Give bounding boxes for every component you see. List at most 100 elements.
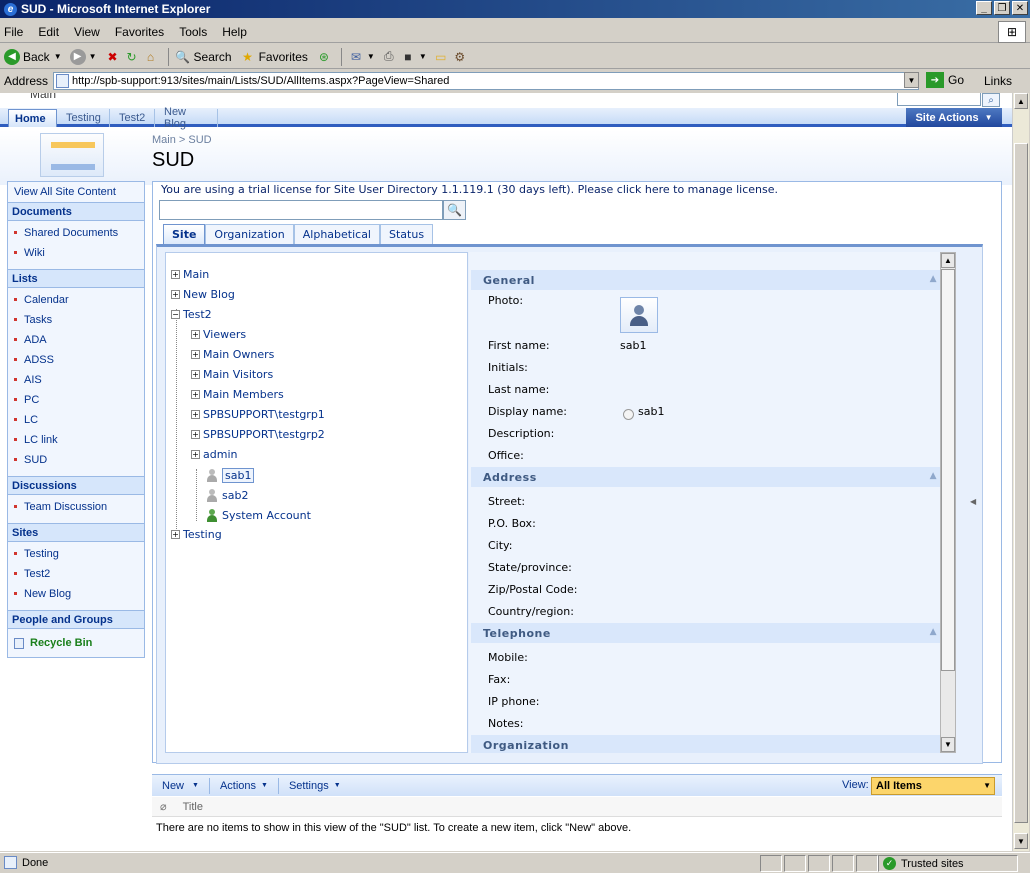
tree-node-testgrp1[interactable]: + SPBSUPPORT\testgrp1 — [191, 406, 325, 422]
site-actions-button[interactable]: Site Actions ▼ — [906, 108, 1002, 127]
nav-item-testing[interactable]: Testing — [8, 546, 144, 562]
nav-header-lists[interactable]: Lists — [8, 269, 144, 288]
tree-node-testing[interactable]: + Testing — [171, 526, 222, 542]
recycle-bin-link[interactable]: Recycle Bin — [8, 635, 144, 651]
site-search-icon[interactable]: ⌕ — [982, 93, 1000, 107]
restore-button[interactable]: ❐ — [994, 1, 1010, 15]
nav-item-sud[interactable]: SUD — [8, 452, 144, 468]
tree-node-viewers[interactable]: + Viewers — [191, 326, 246, 342]
nav-item-shared-documents[interactable]: Shared Documents — [8, 225, 144, 241]
value-display-name[interactable]: sab1 — [638, 405, 664, 418]
nav-item-ada[interactable]: ADA — [8, 332, 144, 348]
tree-node-admin[interactable]: + admin — [191, 446, 237, 462]
tab-test2[interactable]: Test2 — [113, 109, 155, 127]
breadcrumb[interactable]: Main > SUD — [152, 134, 212, 146]
forward-button[interactable]: ▶ ▼ — [69, 48, 97, 65]
stop-icon[interactable]: ✖ — [105, 49, 121, 65]
nav-item-lc-link[interactable]: LC link — [8, 432, 144, 448]
tab-home[interactable]: Home — [8, 109, 57, 127]
tab-organization[interactable]: Organization — [205, 224, 294, 244]
scroll-thumb[interactable] — [941, 269, 955, 671]
address-input[interactable]: http://spb-support:913/sites/main/Lists/… — [53, 72, 919, 90]
scroll-thumb[interactable] — [1014, 143, 1028, 823]
nav-header-documents[interactable]: Documents — [8, 202, 144, 221]
research-icon[interactable]: ⚙ — [452, 49, 468, 65]
collapse-panel-icon[interactable]: ◀ — [970, 497, 976, 506]
menu-edit[interactable]: Edit — [38, 25, 59, 39]
section-address[interactable]: Address ▲ — [471, 467, 941, 487]
nav-item-new-blog[interactable]: New Blog — [8, 586, 144, 602]
menu-help[interactable]: Help — [222, 25, 247, 39]
nav-item-team-discussion[interactable]: Team Discussion — [8, 499, 144, 515]
tree-node-testgrp2[interactable]: + SPBSUPPORT\testgrp2 — [191, 426, 325, 442]
back-dropdown-icon[interactable]: ▼ — [54, 52, 62, 61]
tree-node-system-account[interactable]: System Account — [207, 507, 311, 523]
section-organization[interactable]: Organization — [471, 735, 941, 753]
mail-icon[interactable]: ✉ — [348, 49, 364, 65]
nav-header-discussions[interactable]: Discussions — [8, 476, 144, 495]
edit-dropdown-icon[interactable]: ▼ — [419, 52, 427, 61]
section-general[interactable]: General ▲ — [471, 270, 941, 290]
tree-node-main-members[interactable]: + Main Members — [191, 386, 284, 402]
view-all-site-content-link[interactable]: View All Site Content — [8, 184, 144, 200]
tree-node-sab2[interactable]: sab2 — [207, 487, 248, 503]
tab-site[interactable]: Site — [163, 224, 206, 244]
menu-view[interactable]: View — [74, 25, 100, 39]
menu-favorites[interactable]: Favorites — [115, 25, 164, 39]
directory-search-input[interactable] — [159, 200, 443, 220]
section-telephone[interactable]: Telephone ▲ — [471, 623, 941, 643]
tree-node-sab1[interactable]: sab1 — [207, 467, 255, 483]
tree-node-main[interactable]: + Main — [171, 266, 209, 282]
directory-search-icon[interactable]: 🔍 — [443, 200, 466, 220]
forward-dropdown-icon[interactable]: ▼ — [89, 52, 97, 61]
tab-alphabetical[interactable]: Alphabetical — [293, 224, 380, 244]
nav-item-ais[interactable]: AIS — [8, 372, 144, 388]
actions-menu[interactable]: Actions ▼ — [210, 777, 279, 794]
tab-testing[interactable]: Testing — [60, 109, 110, 127]
home-icon[interactable]: ⌂ — [143, 49, 159, 65]
print-icon[interactable]: ⎙ — [381, 49, 397, 65]
nav-item-adss[interactable]: ADSS — [8, 352, 144, 368]
nav-item-pc[interactable]: PC — [8, 392, 144, 408]
settings-menu[interactable]: Settings ▼ — [279, 778, 351, 794]
tree-node-new-blog[interactable]: + New Blog — [171, 286, 235, 302]
nav-item-calendar[interactable]: Calendar — [8, 292, 144, 308]
new-menu[interactable]: New ▼ — [152, 777, 210, 794]
nav-item-lc[interactable]: LC — [8, 412, 144, 428]
tree-node-test2[interactable]: − Test2 — [171, 306, 212, 322]
menu-tools[interactable]: Tools — [179, 25, 207, 39]
nav-item-wiki[interactable]: Wiki — [8, 245, 144, 261]
site-title[interactable]: Main — [30, 93, 56, 101]
search-button[interactable]: 🔍 Search — [175, 49, 232, 65]
mail-dropdown-icon[interactable]: ▼ — [367, 52, 375, 61]
history-icon[interactable]: ⊛ — [316, 49, 332, 65]
folder-icon[interactable]: ▭ — [433, 49, 449, 65]
back-button[interactable]: ◀ Back ▼ — [4, 48, 62, 65]
tree-node-main-visitors[interactable]: + Main Visitors — [191, 366, 273, 382]
tab-new-blog[interactable]: New Blog — [158, 106, 218, 130]
tree-node-main-owners[interactable]: + Main Owners — [191, 346, 274, 362]
nav-header-people-and-groups[interactable]: People and Groups — [8, 610, 144, 629]
scroll-up-icon[interactable]: ▲ — [941, 253, 955, 268]
page-scrollbar[interactable]: ▲ ▼ — [1012, 93, 1029, 851]
refresh-icon[interactable]: ↻ — [124, 49, 140, 65]
trial-license-message[interactable]: You are using a trial license for Site U… — [161, 183, 778, 196]
scroll-down-icon[interactable]: ▼ — [1014, 833, 1028, 849]
tab-status[interactable]: Status — [380, 224, 434, 244]
scroll-up-icon[interactable]: ▲ — [1014, 93, 1028, 109]
links-button[interactable]: Links — [984, 74, 1012, 88]
nav-item-test2[interactable]: Test2 — [8, 566, 144, 582]
nav-item-tasks[interactable]: Tasks — [8, 312, 144, 328]
favorites-button[interactable]: ★ Favorites — [240, 49, 308, 65]
site-search-input[interactable] — [897, 93, 981, 106]
nav-header-sites[interactable]: Sites — [8, 523, 144, 542]
address-dropdown-icon[interactable]: ▼ — [904, 72, 919, 88]
view-select[interactable]: All Items ▼ — [871, 777, 995, 795]
menu-file[interactable]: File — [4, 25, 23, 39]
details-scrollbar[interactable]: ▲ ▼ — [940, 252, 956, 753]
close-button[interactable]: ✕ — [1012, 1, 1028, 15]
column-title[interactable]: Title — [183, 801, 203, 813]
go-button[interactable]: ➔ Go — [926, 72, 964, 88]
scroll-down-icon[interactable]: ▼ — [941, 737, 955, 752]
minimize-button[interactable]: _ — [976, 1, 992, 15]
